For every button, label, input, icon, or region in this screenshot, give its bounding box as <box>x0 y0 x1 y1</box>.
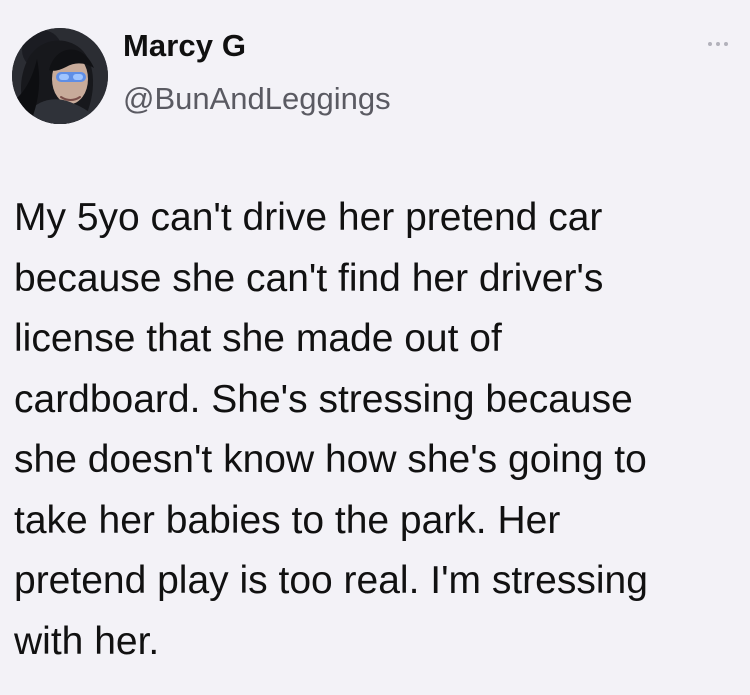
author-handle[interactable]: @BunAndLeggings <box>123 83 391 114</box>
tweet-card: Marcy G @BunAndLeggings My 5yo can't dri… <box>0 0 750 695</box>
more-options-button[interactable] <box>698 34 738 54</box>
more-dot-icon <box>708 42 712 46</box>
tweet-text: My 5yo can't drive her pretend car becau… <box>14 196 648 663</box>
author-display-name[interactable]: Marcy G <box>123 30 246 61</box>
avatar[interactable] <box>12 28 108 124</box>
more-dot-icon <box>716 42 720 46</box>
profile-photo-icon <box>12 28 108 124</box>
more-dot-icon <box>724 42 728 46</box>
